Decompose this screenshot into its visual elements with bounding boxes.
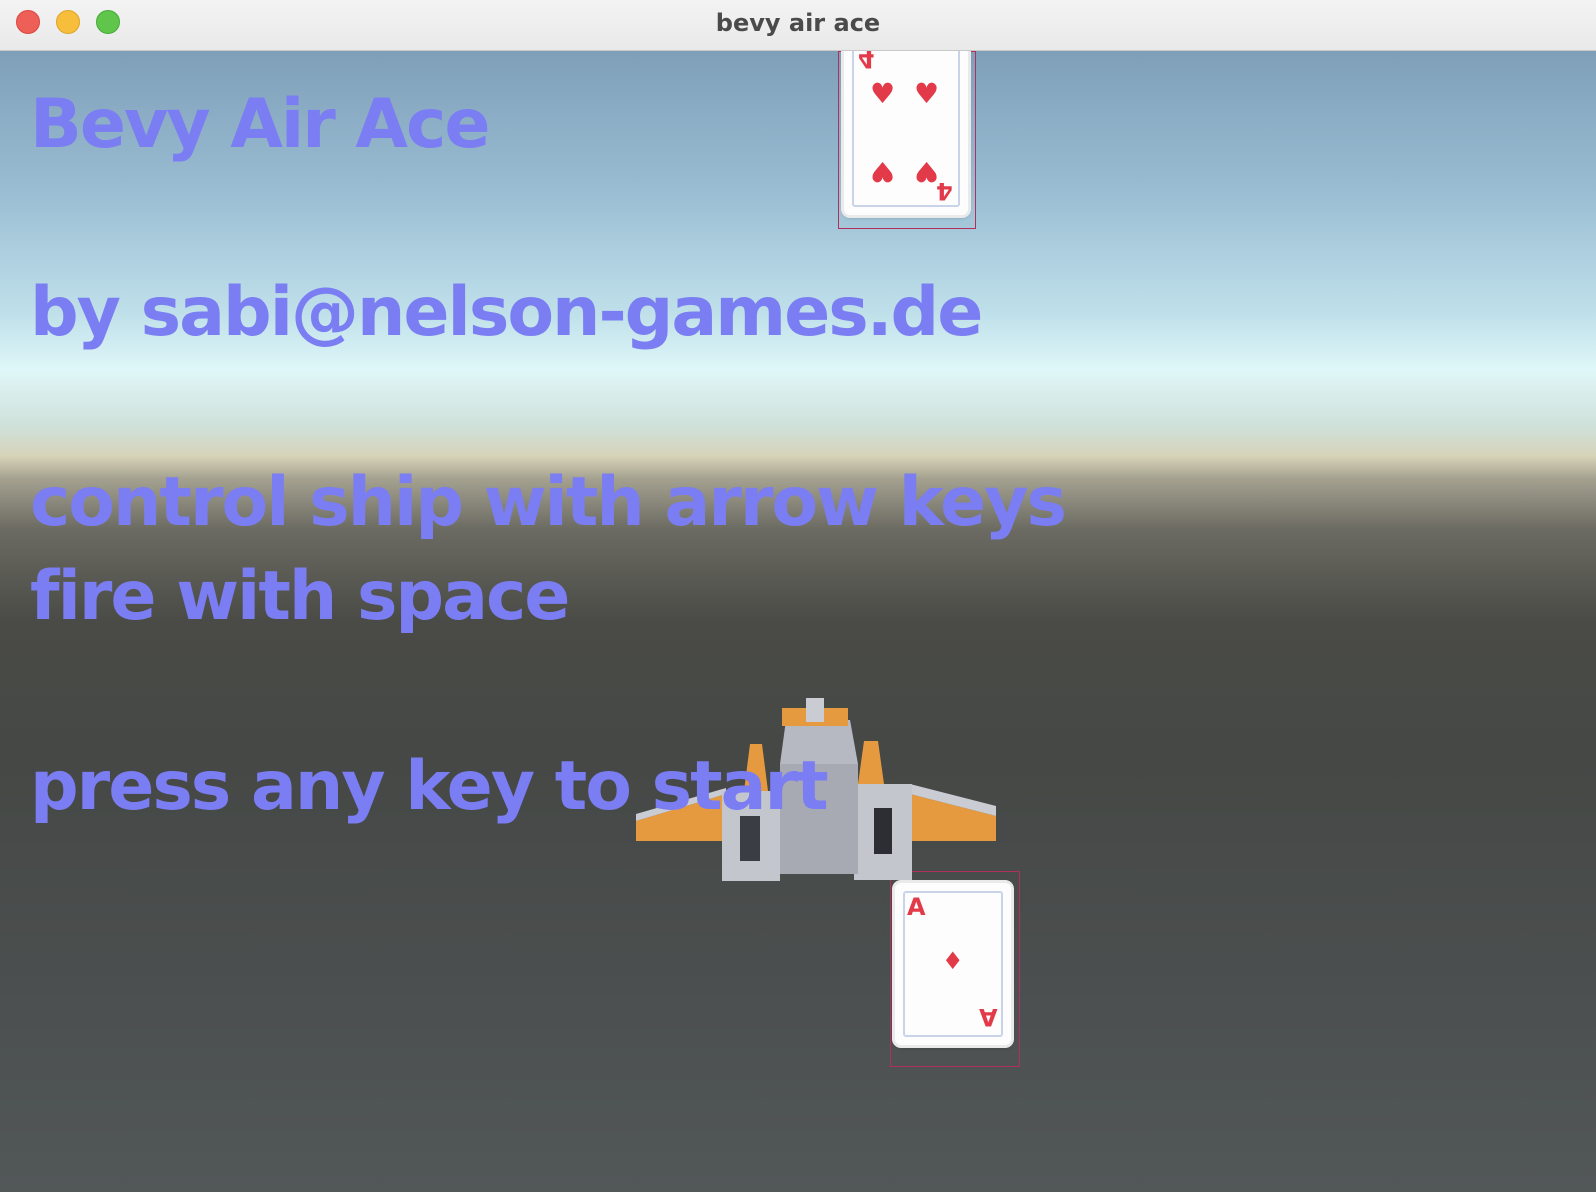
playing-card-ace-diamonds: A ♦ A	[895, 883, 1011, 1045]
card-rank-bottom: 4	[936, 177, 953, 205]
fire-instruction: fire with space	[30, 557, 570, 636]
card-rank-bottom: A	[979, 1003, 998, 1031]
card-rank-top: A	[907, 893, 926, 921]
heart-icon: ♥	[914, 77, 940, 110]
game-window: bevy air ace 4 ♥ ♥ ♥ ♥ 4 A ♦ A Bevy Air …	[0, 0, 1596, 1192]
heart-icon: ♥	[870, 77, 896, 110]
card-rank-top: 4	[858, 51, 875, 73]
game-viewport[interactable]: 4 ♥ ♥ ♥ ♥ 4 A ♦ A Bevy Air Ace by sabi@n…	[0, 51, 1596, 1192]
title-bar: bevy air ace	[0, 0, 1596, 51]
window-title: bevy air ace	[715, 9, 881, 37]
playing-card-four-hearts: 4 ♥ ♥ ♥ ♥ 4	[844, 51, 968, 215]
heart-icon: ♥	[870, 155, 896, 188]
start-prompt: press any key to start	[30, 747, 829, 826]
controls-instruction: control ship with arrow keys	[30, 463, 1067, 542]
game-title: Bevy Air Ace	[30, 85, 490, 164]
diamond-icon: ♦	[942, 947, 964, 975]
author-credit: by sabi@nelson-games.de	[30, 273, 983, 352]
